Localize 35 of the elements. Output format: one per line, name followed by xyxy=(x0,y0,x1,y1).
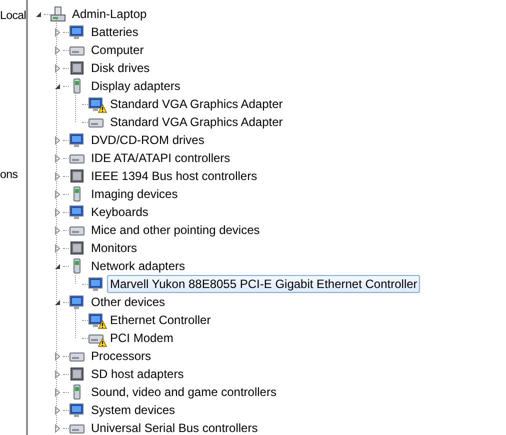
tree-item[interactable]: Disk drives xyxy=(88,59,153,77)
expand-arrow-icon[interactable] xyxy=(54,262,60,270)
tree-item[interactable]: Other devices xyxy=(88,293,168,311)
tree-item[interactable]: Computer xyxy=(88,41,147,59)
tree-item[interactable]: System devices xyxy=(88,401,178,419)
tree-item[interactable]: Marvell Yukon 88E8055 PCI-E Gigabit Ethernet Controller xyxy=(107,275,420,293)
tree-item[interactable]: Ethernet Controller xyxy=(107,311,214,329)
device-icon xyxy=(69,366,85,382)
tree-item[interactable]: Imaging devices xyxy=(88,185,181,203)
tree-item[interactable]: Mice and other pointing devices xyxy=(88,221,263,239)
tree-item[interactable]: Processors xyxy=(88,347,154,365)
device-icon xyxy=(69,60,85,76)
device-icon xyxy=(69,168,85,184)
device-icon xyxy=(69,240,85,256)
tree-item[interactable]: Admin-Laptop xyxy=(69,5,150,23)
tree-item[interactable]: SD host adapters xyxy=(88,365,187,383)
tree-item[interactable]: Monitors xyxy=(88,239,140,257)
tree-item[interactable]: DVD/CD-ROM drives xyxy=(88,131,208,149)
tree-item[interactable]: Network adapters xyxy=(88,257,188,275)
computer-icon xyxy=(50,6,66,22)
pane-label: Local xyxy=(0,10,26,22)
expand-arrow-icon[interactable] xyxy=(54,298,60,306)
expand-arrow-icon[interactable] xyxy=(34,10,42,18)
tree-item[interactable]: Universal Serial Bus controllers xyxy=(88,419,261,435)
expand-arrow-icon[interactable] xyxy=(54,82,60,90)
tree-item[interactable]: Display adapters xyxy=(88,77,184,95)
tree-item[interactable]: Sound, video and game controllers xyxy=(88,383,280,401)
tree-item[interactable]: IEEE 1394 Bus host controllers xyxy=(88,167,260,185)
tree-item[interactable]: PCI Modem xyxy=(107,329,176,347)
tree-item[interactable]: Standard VGA Graphics Adapter xyxy=(107,113,286,131)
tree-item[interactable]: Keyboards xyxy=(88,203,152,221)
pane-label: ons xyxy=(0,169,18,181)
tree-item[interactable]: Standard VGA Graphics Adapter xyxy=(107,95,286,113)
tree-item[interactable]: Batteries xyxy=(88,23,142,41)
tree-item[interactable]: IDE ATA/ATAPI controllers xyxy=(88,149,234,167)
